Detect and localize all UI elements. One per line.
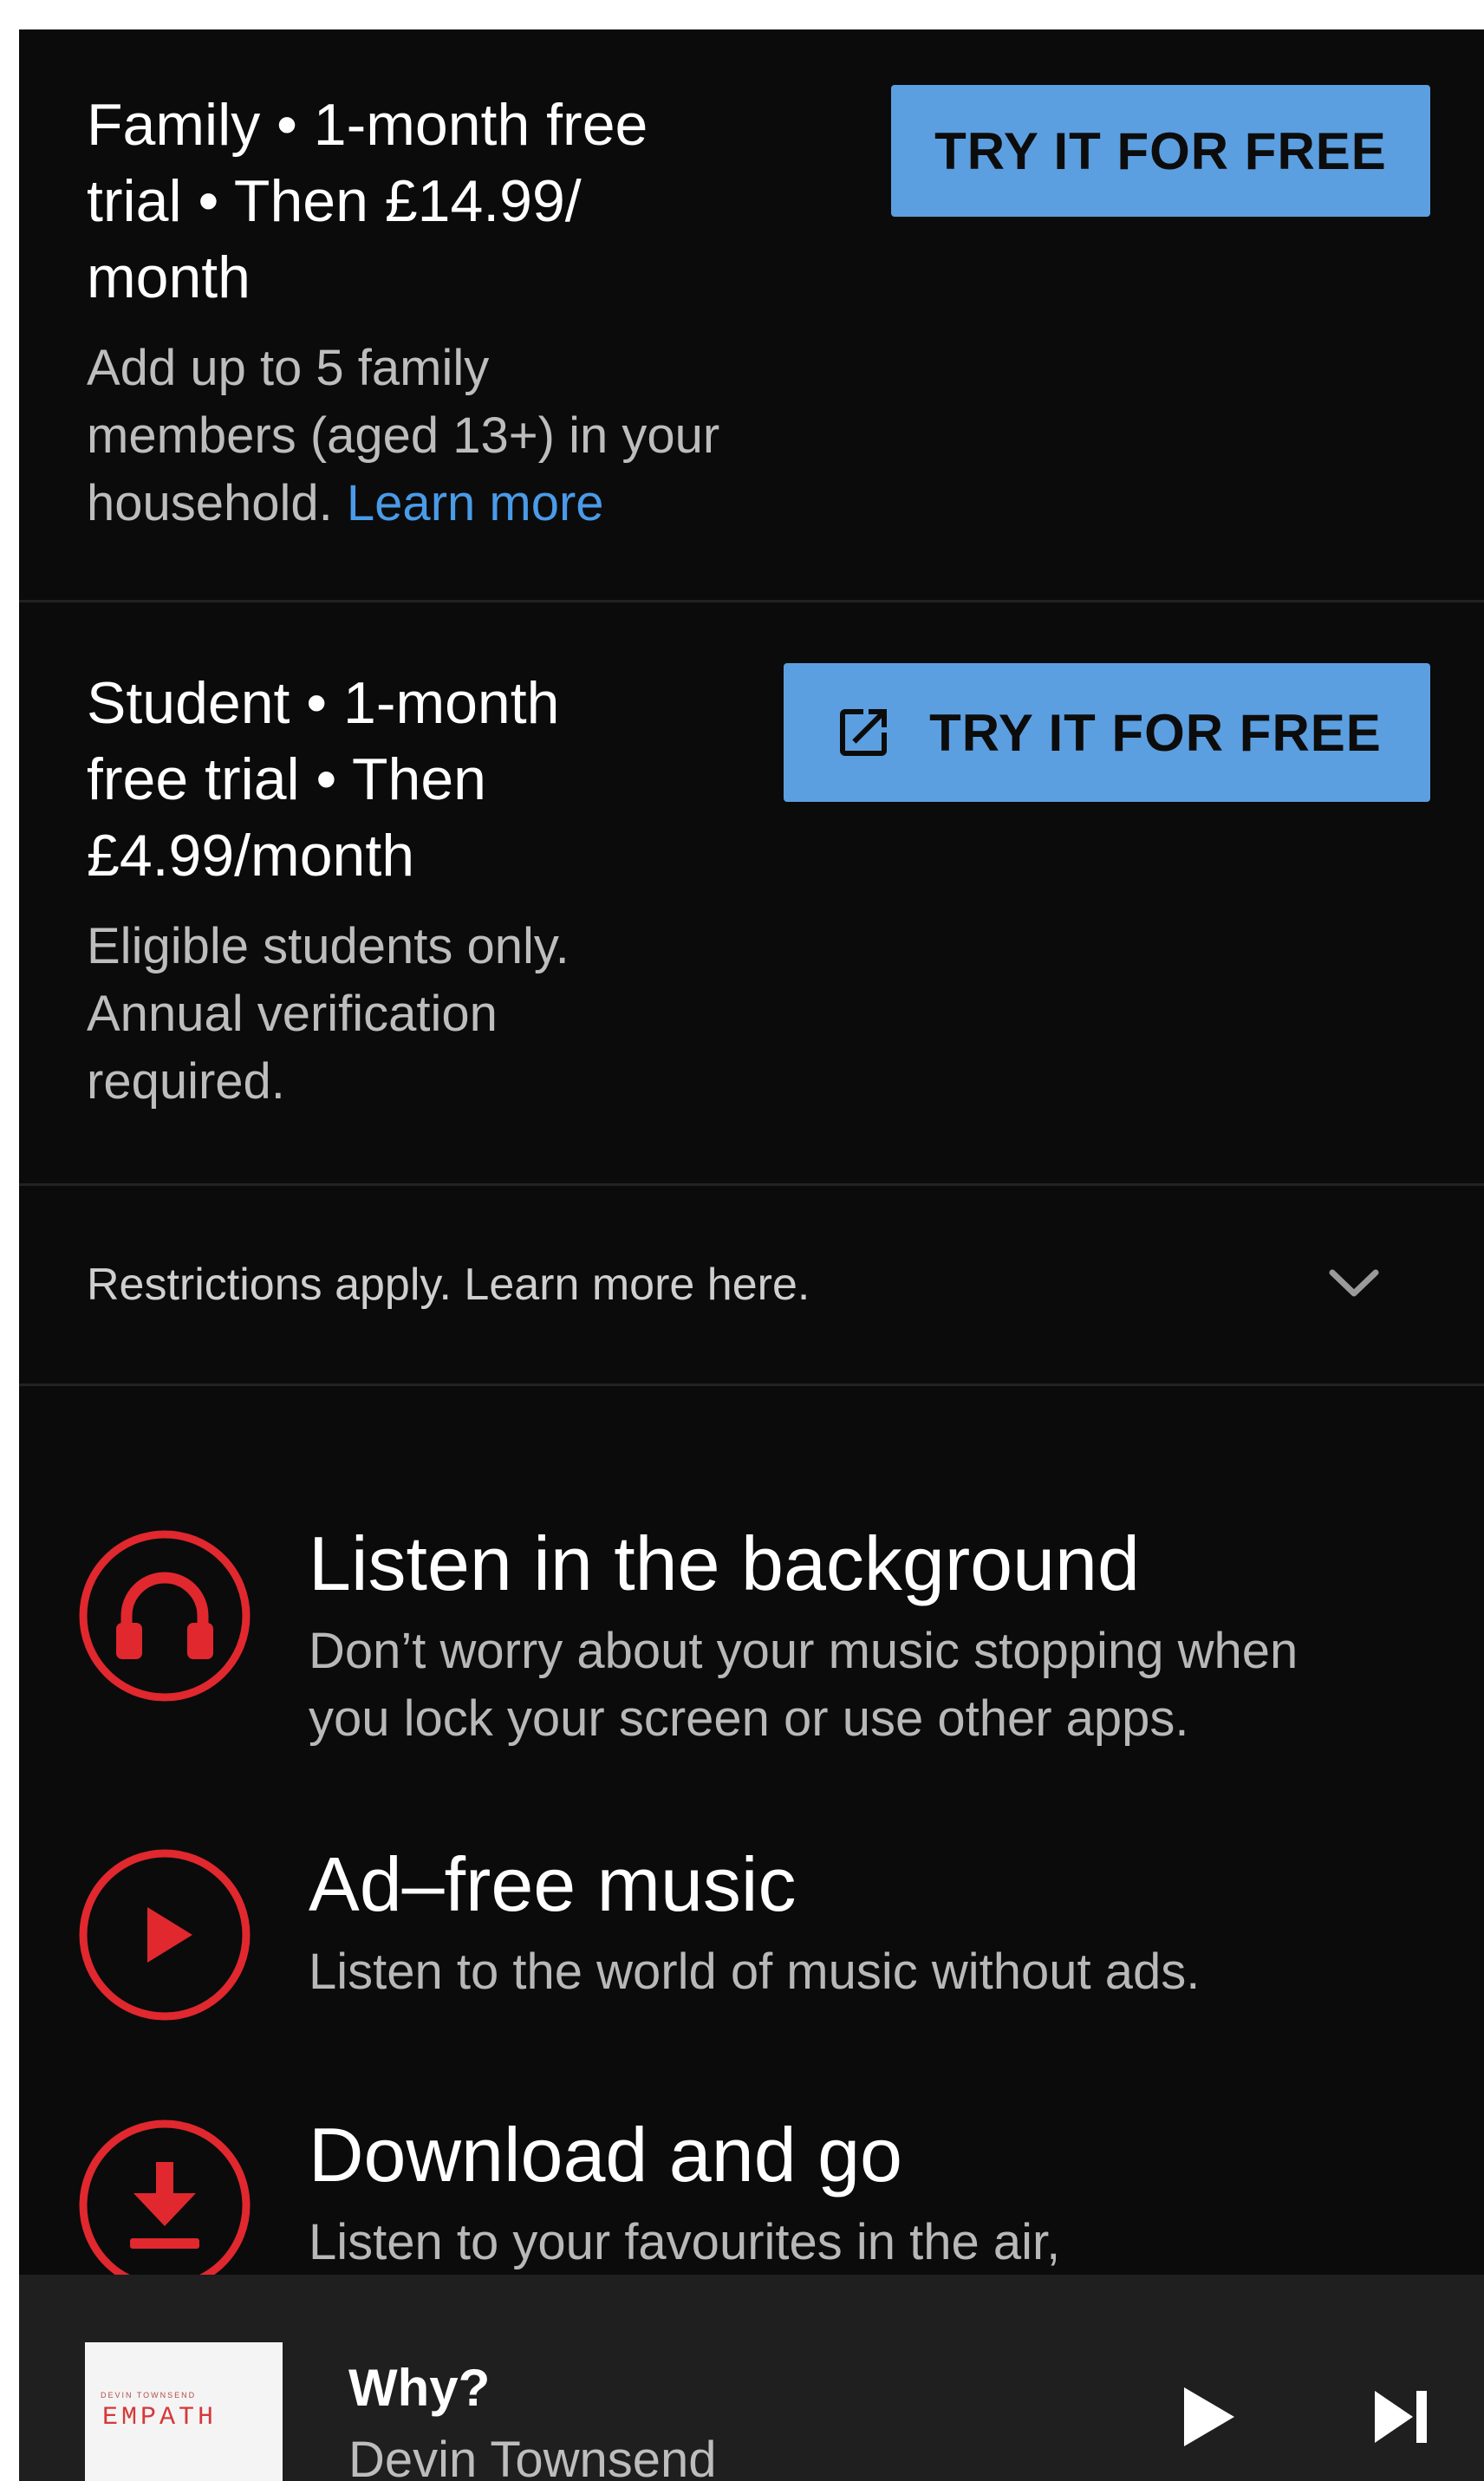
- song-title: Why?: [348, 2359, 491, 2417]
- open-in-new-icon: [832, 701, 895, 764]
- family-plan-title-line-1: Family • 1-month free: [87, 92, 648, 158]
- feature-description: Listen to your favourites in the air,: [309, 2209, 1461, 2276]
- student-plan-title: Student • 1-month free trial • Then £4.9…: [87, 665, 559, 894]
- headphones-icon: [78, 1529, 251, 1703]
- family-plan-title-line-3: month: [87, 244, 251, 310]
- feature-desc-line-2: you lock your screen or use other apps.: [309, 1690, 1189, 1747]
- feature-desc-line-1: Listen to your favourites in the air,: [309, 2214, 1061, 2270]
- album-art-name: EMPATH: [102, 2403, 218, 2432]
- play-icon: [78, 1848, 251, 2022]
- feature-ad-free: Ad–free music Listen to the world of mus…: [19, 1815, 1484, 2041]
- feature-download: Download and go Listen to your favourite…: [19, 2086, 1484, 2291]
- download-icon: [78, 2119, 251, 2292]
- family-plan-description: Add up to 5 family members (aged 13+) in…: [87, 335, 719, 537]
- feature-title: Download and go: [309, 2112, 902, 2198]
- student-try-free-button[interactable]: TRY IT FOR FREE: [784, 663, 1430, 802]
- student-plan-title-line-3: £4.99/month: [87, 823, 415, 889]
- feature-desc-line-1: Don’t worry about your music stopping wh…: [309, 1623, 1298, 1679]
- feature-description: Listen to the world of music without ads…: [309, 1938, 1461, 2006]
- family-plan-title: Family • 1-month free trial • Then £14.9…: [87, 87, 648, 316]
- chevron-down-icon[interactable]: [1324, 1260, 1384, 1304]
- student-plan-description: Eligible students only. Annual verificat…: [87, 913, 570, 1116]
- feature-background-listening: Listen in the background Don’t worry abo…: [19, 1494, 1484, 1772]
- premium-screen: Family • 1-month free trial • Then £14.9…: [19, 29, 1484, 2481]
- family-plan-title-line-2: trial • Then £14.99/: [87, 168, 582, 234]
- family-try-free-label: TRY IT FOR FREE: [934, 121, 1387, 180]
- feature-description: Don’t worry about your music stopping wh…: [309, 1618, 1461, 1753]
- student-plan-desc-line-1: Eligible students only.: [87, 918, 570, 974]
- album-art[interactable]: DEVIN TOWNSEND EMPATH: [85, 2342, 283, 2481]
- family-plan-desc-line-2: members (aged 13+) in your: [87, 407, 720, 464]
- album-art-band: DEVIN TOWNSEND: [101, 2391, 197, 2400]
- feature-title: Listen in the background: [309, 1521, 1140, 1606]
- student-plan-desc-line-3: required.: [87, 1053, 285, 1110]
- song-artist: Devin Townsend: [348, 2432, 717, 2481]
- learn-more-link[interactable]: Learn more: [347, 475, 604, 531]
- family-try-free-button[interactable]: TRY IT FOR FREE: [891, 85, 1430, 217]
- skip-next-icon[interactable]: [1370, 2386, 1432, 2452]
- student-plan-title-line-2: free trial • Then: [87, 746, 486, 812]
- restrictions-row[interactable]: Restrictions apply. Learn more here.: [19, 1186, 1484, 1386]
- feature-title: Ad–free music: [309, 1841, 797, 1927]
- feature-desc-line-1: Listen to the world of music without ads…: [309, 1944, 1201, 2000]
- student-try-free-label: TRY IT FOR FREE: [929, 703, 1382, 762]
- mini-player[interactable]: DEVIN TOWNSEND EMPATH Why? Devin Townsen…: [19, 2275, 1484, 2481]
- family-plan-desc-line-3: household.: [87, 475, 347, 531]
- student-plan: Student • 1-month free trial • Then £4.9…: [19, 602, 1484, 1186]
- family-plan: Family • 1-month free trial • Then £14.9…: [19, 29, 1484, 602]
- student-plan-desc-line-2: Annual verification: [87, 986, 498, 1042]
- student-plan-title-line-1: Student • 1-month: [87, 670, 560, 736]
- family-plan-desc-line-1: Add up to 5 family: [87, 340, 490, 396]
- restrictions-text: Restrictions apply. Learn more here.: [87, 1260, 810, 1310]
- play-icon[interactable]: [1179, 2382, 1240, 2456]
